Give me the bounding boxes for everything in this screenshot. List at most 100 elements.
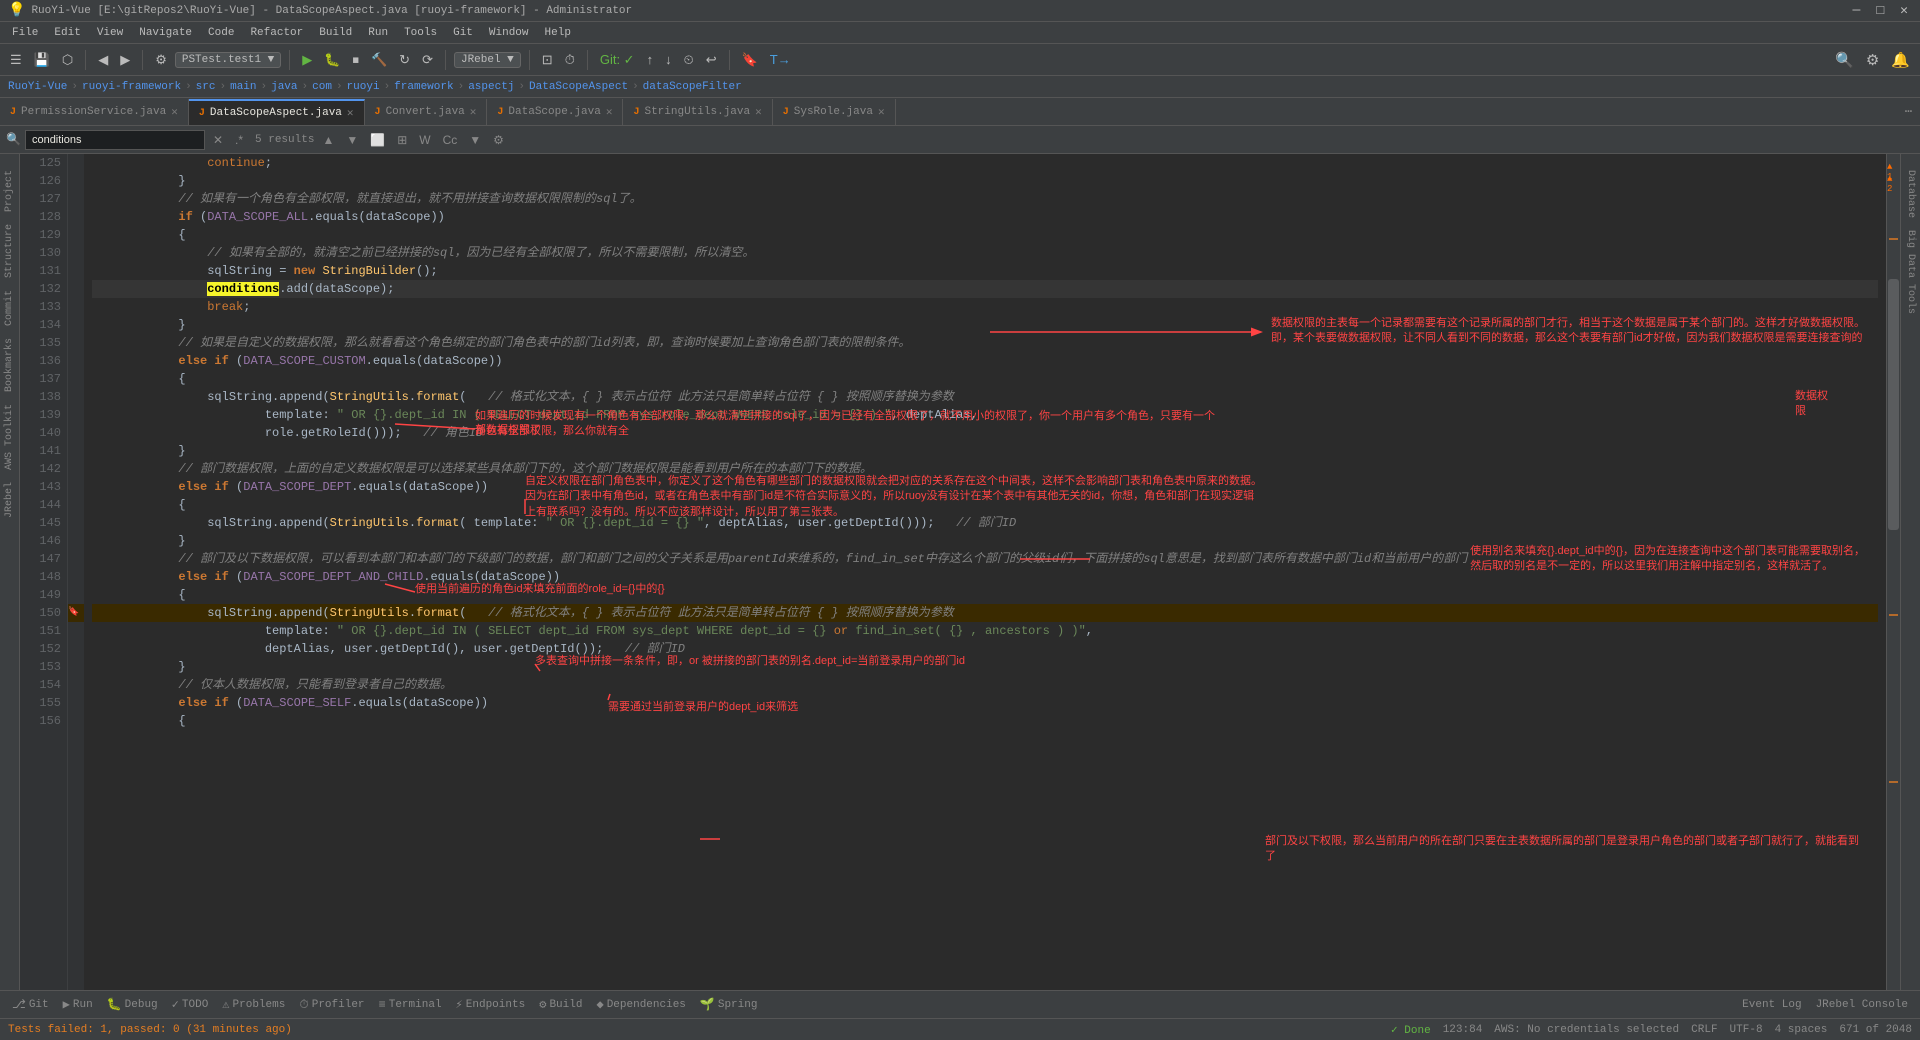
menu-item-edit[interactable]: Edit bbox=[46, 25, 88, 41]
tab-close-convert[interactable]: ✕ bbox=[470, 105, 477, 119]
structure-panel-btn[interactable]: Structure bbox=[2, 218, 17, 284]
tab-close-active[interactable]: ✕ bbox=[347, 106, 354, 120]
search-regex-btn[interactable]: .* bbox=[231, 132, 247, 148]
jrebel-panel-btn[interactable]: JRebel bbox=[2, 476, 17, 524]
maximize-btn[interactable]: □ bbox=[1872, 3, 1888, 18]
toolbar-coverage-btn[interactable]: ⊡ bbox=[538, 50, 557, 70]
encoding[interactable]: UTF-8 bbox=[1730, 1024, 1763, 1036]
run-tool-btn[interactable]: ▶ Run bbox=[57, 995, 99, 1014]
toolbar-git-revert-btn[interactable]: ↩ bbox=[702, 50, 721, 70]
profiler-tool-btn[interactable]: ⏱ Profiler bbox=[293, 996, 370, 1014]
toolbar-notifications-btn[interactable]: 🔔 bbox=[1887, 49, 1914, 71]
event-log-btn[interactable]: Event Log bbox=[1736, 997, 1807, 1013]
tab-convert[interactable]: J Convert.java ✕ bbox=[365, 99, 488, 125]
minimize-btn[interactable]: ─ bbox=[1849, 3, 1865, 18]
menu-item-window[interactable]: Window bbox=[481, 25, 537, 41]
bigdata-panel-btn[interactable]: Big Data Tools bbox=[1903, 224, 1918, 320]
menu-item-build[interactable]: Build bbox=[311, 25, 360, 41]
spring-tool-btn[interactable]: 🌱 Spring bbox=[694, 995, 764, 1014]
scrollbar-area[interactable]: ▲ 1 ▲ 2 bbox=[1886, 154, 1900, 990]
menu-item-refactor[interactable]: Refactor bbox=[242, 25, 311, 41]
menu-item-file[interactable]: File bbox=[4, 25, 46, 41]
menu-item-view[interactable]: View bbox=[89, 25, 131, 41]
nav-src[interactable]: src bbox=[196, 81, 216, 93]
build-tool-btn[interactable]: ⚙ Build bbox=[533, 995, 588, 1014]
problems-tool-btn[interactable]: ⚠ Problems bbox=[216, 995, 291, 1014]
toolbar-save-btn[interactable]: 💾 bbox=[30, 50, 54, 70]
search-input[interactable] bbox=[25, 130, 205, 150]
toolbar-bookmark-btn[interactable]: 🔖 bbox=[738, 50, 762, 70]
run-config-badge[interactable]: PSTest.test1 ▼ bbox=[175, 52, 281, 68]
cursor-position[interactable]: 123:84 bbox=[1443, 1024, 1483, 1036]
tab-more-btn[interactable]: ⋯ bbox=[1897, 100, 1920, 123]
nav-datascopefilter[interactable]: dataScopeFilter bbox=[643, 81, 742, 93]
bookmarks-panel-btn[interactable]: Bookmarks bbox=[2, 332, 17, 398]
menu-item-git[interactable]: Git bbox=[445, 25, 481, 41]
nav-com[interactable]: com bbox=[312, 81, 332, 93]
toolbar-forward-btn[interactable]: ▶ bbox=[116, 50, 134, 70]
line-count[interactable]: 671 of 2048 bbox=[1839, 1024, 1912, 1036]
toolbar-stop-btn[interactable]: ⏹ bbox=[348, 50, 363, 70]
nav-framework[interactable]: framework bbox=[394, 81, 453, 93]
menu-item-help[interactable]: Help bbox=[537, 25, 579, 41]
nav-datascopeaspect[interactable]: DataScopeAspect bbox=[529, 81, 628, 93]
menu-item-code[interactable]: Code bbox=[200, 25, 242, 41]
toolbar-back-btn[interactable]: ◀ bbox=[94, 50, 112, 70]
search-expand-btn[interactable]: ⬜ bbox=[366, 132, 389, 148]
toolbar-update-btn[interactable]: ⟳ bbox=[418, 50, 437, 70]
close-btn[interactable]: ✕ bbox=[1896, 3, 1912, 18]
commit-panel-btn[interactable]: Commit bbox=[2, 284, 17, 332]
search-clear-btn[interactable]: ✕ bbox=[209, 132, 227, 148]
toolbar-git-pull-btn[interactable]: ↓ bbox=[661, 50, 676, 69]
search-next-btn[interactable]: ▼ bbox=[342, 132, 362, 148]
search-case-btn[interactable]: Cc bbox=[439, 132, 462, 148]
tab-close[interactable]: ✕ bbox=[171, 105, 178, 119]
toolbar-reload-btn[interactable]: ↻ bbox=[395, 50, 414, 70]
nav-main[interactable]: main bbox=[230, 81, 256, 93]
search-filter-btn[interactable]: ▼ bbox=[465, 132, 485, 148]
toolbar-translate-btn[interactable]: T→ bbox=[766, 50, 795, 69]
menu-item-run[interactable]: Run bbox=[360, 25, 396, 41]
aws-toolkit-btn[interactable]: AWS Toolkit bbox=[2, 398, 17, 476]
tab-datascopeaspect[interactable]: J DataScopeAspect.java ✕ bbox=[189, 99, 365, 125]
jrebel-badge[interactable]: JRebel ▼ bbox=[454, 52, 521, 68]
debug-tool-btn[interactable]: 🐛 Debug bbox=[101, 995, 164, 1014]
git-tool-btn[interactable]: ⎇ Git bbox=[6, 995, 55, 1014]
tab-sysrole[interactable]: J SysRole.java ✕ bbox=[773, 99, 896, 125]
nav-ruoyi-vue[interactable]: RuoYi-Vue bbox=[8, 81, 67, 93]
tab-close-datascope[interactable]: ✕ bbox=[606, 105, 613, 119]
dependencies-tool-btn[interactable]: ◆ Dependencies bbox=[590, 995, 691, 1014]
menu-item-tools[interactable]: Tools bbox=[396, 25, 445, 41]
toolbar-git-push-btn[interactable]: ↑ bbox=[643, 50, 658, 69]
tab-close-stringutils[interactable]: ✕ bbox=[755, 105, 762, 119]
toolbar-debug-btn[interactable]: 🐛 bbox=[320, 50, 344, 70]
toolbar-settings-btn[interactable]: ⚙ bbox=[1862, 49, 1883, 71]
search-multiline-btn[interactable]: ⊞ bbox=[393, 132, 411, 148]
tab-stringutils[interactable]: J StringUtils.java ✕ bbox=[623, 99, 772, 125]
nav-ruoyi-framework[interactable]: ruoyi-framework bbox=[82, 81, 181, 93]
code-editor[interactable]: 125 126 127 128 129 130 131 132 133 134 … bbox=[20, 154, 1900, 990]
endpoints-tool-btn[interactable]: ⚡ Endpoints bbox=[450, 995, 532, 1014]
nav-java[interactable]: java bbox=[271, 81, 297, 93]
project-panel-btn[interactable]: Project bbox=[2, 164, 17, 218]
toolbar-run-btn[interactable]: ▶ bbox=[298, 50, 316, 70]
toolbar-menu-btn[interactable]: ☰ bbox=[6, 50, 26, 70]
database-panel-btn[interactable]: Database bbox=[1903, 164, 1918, 224]
line-ending[interactable]: CRLF bbox=[1691, 1024, 1717, 1036]
scrollbar-thumb[interactable] bbox=[1888, 279, 1899, 530]
menu-item-navigate[interactable]: Navigate bbox=[131, 25, 200, 41]
toolbar-search-everywhere[interactable]: 🔍 bbox=[1831, 49, 1858, 71]
tab-datascope[interactable]: J DataScope.java ✕ bbox=[487, 99, 623, 125]
toolbar-git-btn[interactable]: Git: ✓ bbox=[596, 50, 639, 70]
toolbar-build-btn[interactable]: 🔨 bbox=[367, 50, 391, 70]
toolbar-save-all-btn[interactable]: ⬡ bbox=[58, 50, 77, 70]
tab-close-sysrole[interactable]: ✕ bbox=[878, 105, 885, 119]
toolbar-profile-btn[interactable]: ⏱ bbox=[561, 50, 579, 70]
tab-permissionservice[interactable]: J PermissionService.java ✕ bbox=[0, 99, 189, 125]
toolbar-run-config-btn[interactable]: ⚙ bbox=[151, 50, 171, 70]
search-filter-icon[interactable]: ⚙ bbox=[489, 132, 508, 148]
nav-ruoyi[interactable]: ruoyi bbox=[347, 81, 380, 93]
search-words-btn[interactable]: W bbox=[415, 132, 434, 148]
terminal-tool-btn[interactable]: ≡ Terminal bbox=[373, 996, 448, 1014]
nav-aspectj[interactable]: aspectj bbox=[468, 81, 514, 93]
